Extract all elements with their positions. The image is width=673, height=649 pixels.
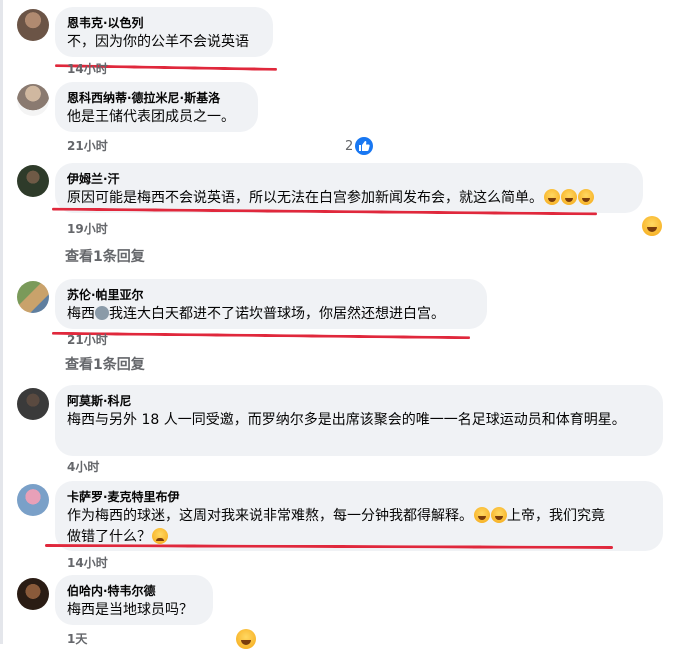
laughing-emoji-icon [561, 189, 577, 205]
avatar[interactable] [17, 281, 49, 313]
avatar[interactable] [17, 84, 49, 116]
comment-author[interactable]: 苏伦·帕里亚尔 [67, 287, 475, 303]
like-count[interactable]: 2 [345, 139, 353, 155]
comment-time[interactable]: 19小时 [67, 222, 108, 236]
like-icon[interactable] [355, 137, 373, 155]
comment-text: 梅西是当地球员吗？ [67, 602, 193, 618]
comment-bubble: 恩科西纳蒂·德拉米尼·斯基洛 他是王储代表团成员之一。 [55, 82, 258, 132]
avatar[interactable] [17, 9, 49, 41]
haha-reaction-icon[interactable] [236, 629, 256, 649]
view-replies-link[interactable]: 查看1条回复 [65, 357, 145, 373]
laughing-emoji-icon [544, 189, 560, 205]
comment-text: 作为梅西的球迷，这周对我来说非常难熬，每一分钟我都得解释。 上帝，我们究竟 [67, 506, 651, 527]
comment-bubble: 苏伦·帕里亚尔 梅西 我连大白天都进不了诺坎普球场，你居然还想进白宫。 [55, 279, 487, 329]
page-edge [0, 0, 3, 644]
comment-text-start: 梅西 [67, 306, 95, 322]
avatar[interactable] [17, 484, 49, 516]
comment-bubble: 伯哈内·特韦尔德 梅西是当地球员吗？ [55, 575, 213, 625]
sticker-icon [95, 306, 109, 320]
avatar[interactable] [17, 165, 49, 197]
comment-author[interactable]: 伯哈内·特韦尔德 [67, 583, 201, 599]
comment-text-content: 原因可能是梅西不会说英语，所以无法在白宫参加新闻发布会，就这么简单。 [67, 190, 543, 206]
comment-author[interactable]: 卡萨罗·麦克特里布伊 [67, 489, 651, 505]
laughing-emoji-icon [578, 189, 594, 205]
avatar[interactable] [17, 388, 49, 420]
haha-reaction-icon[interactable] [642, 216, 662, 236]
comment-author[interactable]: 恩科西纳蒂·德拉米尼·斯基洛 [67, 90, 246, 106]
comment-bubble: 恩韦克·以色列 不，因为你的公羊不会说英语 [55, 7, 273, 57]
comment-author[interactable]: 阿莫斯·科尼 [67, 393, 651, 409]
laughing-emoji-icon [491, 507, 507, 523]
comment-text: 他是王储代表团成员之一。 [67, 109, 235, 125]
comment-bubble: 伊姆兰·汗 原因可能是梅西不会说英语，所以无法在白宫参加新闻发布会，就这么简单。 [55, 163, 643, 213]
avatar[interactable] [17, 578, 49, 610]
comment-bubble: 卡萨罗·麦克特里布伊 作为梅西的球迷，这周对我来说非常难熬，每一分钟我都得解释。… [55, 481, 663, 551]
crying-emoji-icon [152, 528, 168, 544]
comment-time[interactable]: 21小时 [67, 139, 108, 153]
comment-text: 梅西与另外 18 人一同受邀，而罗纳尔多是出席该聚会的唯一一名足球运动员和体育明… [67, 412, 626, 428]
comment-text-start: 作为梅西的球迷，这周对我来说非常难熬，每一分钟我都得解释。 [67, 508, 473, 524]
comment-time[interactable]: 4小时 [67, 460, 99, 474]
highlight-underline [51, 331, 471, 340]
comment-text-mid: 上帝，我们究竟 [507, 508, 605, 524]
comment-bubble: 阿莫斯·科尼 梅西与另外 18 人一同受邀，而罗纳尔多是出席该聚会的唯一一名足球… [55, 385, 663, 456]
comment-text: 不，因为你的公羊不会说英语 [67, 34, 249, 50]
comment-author[interactable]: 伊姆兰·汗 [67, 171, 631, 187]
comment-text: 梅西 我连大白天都进不了诺坎普球场，你居然还想进白宫。 [67, 304, 475, 325]
view-replies-link[interactable]: 查看1条回复 [65, 249, 145, 265]
comment-author[interactable]: 恩韦克·以色列 [67, 15, 261, 31]
comment-time[interactable]: 14小时 [67, 556, 108, 570]
comment-text: 原因可能是梅西不会说英语，所以无法在白宫参加新闻发布会，就这么简单。 [67, 188, 631, 209]
comment-text-end: 我连大白天都进不了诺坎普球场，你居然还想进白宫。 [109, 306, 445, 322]
comment-time[interactable]: 14小时 [67, 62, 108, 76]
laughing-emoji-icon [474, 507, 490, 523]
comment-time[interactable]: 21小时 [67, 333, 108, 347]
comment-text-line2-content: 做错了什么？ [67, 529, 151, 545]
